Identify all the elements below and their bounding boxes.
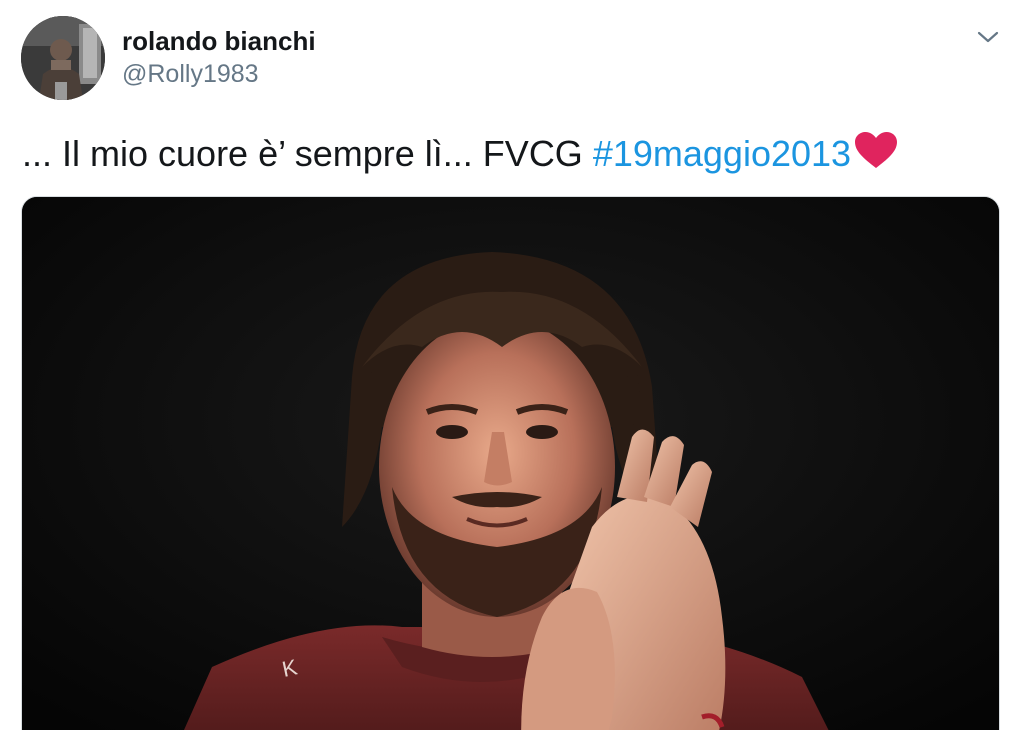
heart-icon xyxy=(853,130,899,180)
tweet-media-photo[interactable]: K xyxy=(21,196,1000,730)
chevron-down-icon[interactable] xyxy=(974,26,1002,48)
avatar[interactable] xyxy=(21,16,105,100)
tweet-text: ... Il mio cuore è’ sempre lì... FVCG #1… xyxy=(22,130,899,180)
tweet-text-body: ... Il mio cuore è’ sempre lì... FVCG xyxy=(22,133,593,174)
photo-image: K xyxy=(22,197,999,730)
author-handle[interactable]: @Rolly1983 xyxy=(122,60,259,89)
author-display-name[interactable]: rolando bianchi xyxy=(122,26,316,57)
hashtag-link[interactable]: #19maggio2013 xyxy=(593,133,851,174)
avatar-photo xyxy=(21,16,105,100)
tweet-card: rolando bianchi @Rolly1983 ... Il mio cu… xyxy=(0,0,1024,730)
